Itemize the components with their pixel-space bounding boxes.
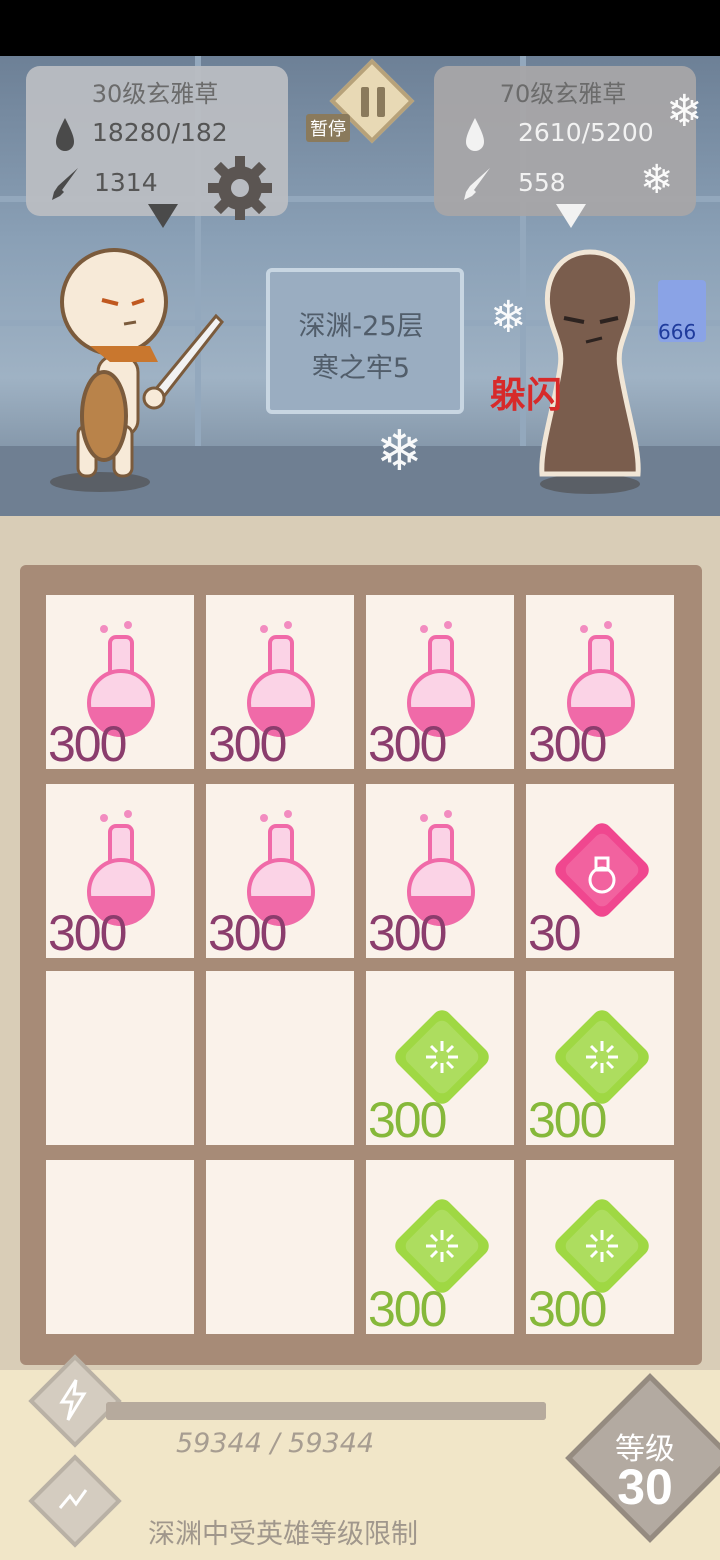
sword-icon <box>464 168 490 200</box>
enemy-hp: 2610/5200 <box>518 118 654 147</box>
item-count: 300 <box>368 1092 447 1148</box>
enemy-marker-icon <box>556 204 586 228</box>
snowflake-icon: ❄ <box>666 86 703 137</box>
status-bar <box>0 0 720 56</box>
grid-cell[interactable] <box>206 1160 354 1334</box>
item-count: 300 <box>528 1281 607 1337</box>
pause-label: 暂停 <box>306 114 350 142</box>
grid-cell[interactable]: 300 <box>526 1160 674 1337</box>
buff-value: 666 <box>658 320 697 344</box>
enemy-attack: 558 <box>518 168 566 197</box>
grid-cell[interactable] <box>206 971 354 1145</box>
item-count: 300 <box>368 716 447 772</box>
snowflake-icon: ❄ <box>490 292 527 343</box>
stage-room: 寒之牢5 <box>311 353 411 384</box>
pause-icon <box>361 87 387 117</box>
grid-cell[interactable]: 30 <box>526 784 674 961</box>
level-limit-hint: 深渊中受英雄等级限制 <box>148 1519 418 1550</box>
item-count: 300 <box>368 1281 447 1337</box>
grid-cell[interactable]: 300 <box>366 595 514 772</box>
item-count: 300 <box>368 905 447 961</box>
sword-icon <box>52 168 78 200</box>
grid-cell[interactable]: 300 <box>206 784 354 961</box>
dodge-status-text: 躲闪 <box>490 375 563 416</box>
xp-bar <box>106 1402 546 1420</box>
hero-character <box>50 248 224 492</box>
player-hp: 18280/182 <box>92 118 228 147</box>
grid-cell[interactable]: 300 <box>366 971 514 1148</box>
item-count: 300 <box>208 905 287 961</box>
enemy-level-label: 70级玄雅草 <box>499 80 627 108</box>
grid-cell[interactable] <box>46 1160 194 1334</box>
game-screen: 30级玄雅草 18280/182 1314 暂停 70级玄雅草 2610/520… <box>0 0 720 1560</box>
item-count: 300 <box>528 716 607 772</box>
grid-cell[interactable]: 300 <box>526 971 674 1148</box>
grid-cell[interactable]: 300 <box>366 1160 514 1337</box>
player-marker-icon <box>148 204 178 228</box>
stage-floor: 深渊-25层 <box>298 311 424 342</box>
snowflake-icon: ❄ <box>376 419 423 484</box>
item-count: 300 <box>208 716 287 772</box>
zigzag-icon <box>58 1489 88 1509</box>
grid-cell[interactable]: 300 <box>46 784 194 961</box>
grid-cell[interactable] <box>46 971 194 1145</box>
grid-cell[interactable]: 300 <box>46 595 194 772</box>
item-count: 300 <box>528 1092 607 1148</box>
player-attack: 1314 <box>94 168 158 197</box>
player-level-label: 30级玄雅草 <box>91 80 219 108</box>
xp-text: 59344 / 59344 <box>176 1428 375 1459</box>
hp-drop-icon <box>56 118 74 151</box>
grid-cell[interactable]: 300 <box>206 595 354 772</box>
gear-icon[interactable] <box>204 152 276 224</box>
grid-cell[interactable]: 300 <box>366 784 514 961</box>
grid-cell[interactable]: 300 <box>526 595 674 772</box>
level-badge-value: 30 <box>617 1459 673 1515</box>
xp-bar-fill <box>106 1402 546 1420</box>
lightning-icon <box>59 1379 87 1421</box>
item-count: 300 <box>48 716 127 772</box>
item-count: 300 <box>48 905 127 961</box>
item-count: 30 <box>528 905 582 961</box>
hp-drop-icon <box>466 118 484 151</box>
snowflake-icon: ❄ <box>640 157 674 203</box>
